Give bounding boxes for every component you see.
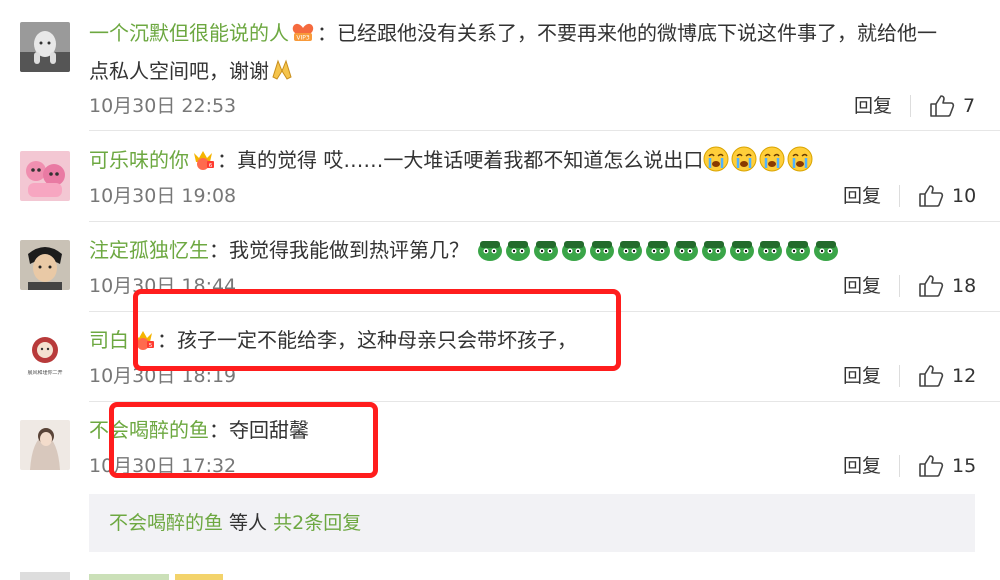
green-monster-icon <box>674 241 698 261</box>
comment-text: 真的觉得 哎……一大堆话哽着我都不知道怎么说出口 <box>237 148 704 172</box>
green-monster-icon <box>814 241 838 261</box>
reply-button[interactable]: 回复 <box>843 453 881 479</box>
reply-button[interactable]: 回复 <box>843 183 881 209</box>
like-button[interactable]: 15 <box>918 453 976 479</box>
green-monster-icon <box>590 241 614 261</box>
svg-text:VIP3: VIP3 <box>296 35 309 42</box>
username-link[interactable]: 注定孤独忆生 <box>89 238 209 262</box>
separator <box>899 365 900 387</box>
crown-badge-icon: 6 <box>194 151 214 170</box>
highlight-annotation <box>133 289 621 371</box>
timestamp: 10月30日 19:08 <box>89 185 237 207</box>
separator <box>910 95 911 117</box>
green-monster-icon <box>758 241 782 261</box>
separator <box>899 275 900 297</box>
like-count: 10 <box>952 185 977 207</box>
thumbs-up-icon <box>919 365 944 387</box>
comment-text-continued: 点私人空间吧，谢谢 <box>89 54 297 88</box>
green-monster-icon <box>534 241 558 261</box>
green-monster-icon <box>730 241 754 261</box>
avatar[interactable] <box>20 240 70 290</box>
crying-face-icon <box>787 146 813 172</box>
view-replies-link[interactable]: 共2条回复 <box>273 512 361 534</box>
pray-icon <box>272 59 292 80</box>
like-button[interactable]: 18 <box>918 273 976 299</box>
reply-mid-text: 等人 <box>223 512 274 534</box>
timestamp: 10月30日 22:53 <box>89 95 237 117</box>
avatar[interactable] <box>20 151 70 201</box>
reply-button[interactable]: 回复 <box>843 273 881 299</box>
like-count: 12 <box>952 365 977 387</box>
like-count: 15 <box>952 455 977 477</box>
separator <box>899 455 900 477</box>
comment-body: 注定孤独忆生：我觉得我能做到热评第几？ <box>89 233 970 267</box>
thumbs-up-icon <box>930 95 955 117</box>
avatar[interactable] <box>20 22 70 72</box>
green-monster-icon <box>618 241 642 261</box>
reply-button[interactable]: 回复 <box>854 93 892 119</box>
crying-face-icon <box>703 146 729 172</box>
comment-body: 可乐味的你 6 ：真的觉得 哎……一大堆话哽着我都不知道怎么说出口 <box>89 143 970 177</box>
comment-text: 我觉得我能做到热评第几？ <box>229 238 469 262</box>
reply-button[interactable]: 回复 <box>843 363 881 389</box>
nested-replies-box[interactable]: 不会喝醉的鱼 等人 共2条回复 <box>89 494 975 552</box>
like-count: 18 <box>952 275 977 297</box>
separator <box>899 185 900 207</box>
username-link[interactable]: 一个沉默但很能说的人 <box>89 21 289 45</box>
crying-face-icon <box>731 146 757 172</box>
comment-body: 一个沉默但很能说的人 VIP3 ：已经跟他没有关系了，不要再来他的微博底下说这件事了… <box>89 21 937 45</box>
avatar[interactable] <box>20 420 70 470</box>
partial-next-comment <box>0 572 1000 580</box>
green-monster-icon <box>562 241 586 261</box>
green-monster-icon <box>506 241 530 261</box>
like-button[interactable]: 12 <box>918 363 976 389</box>
like-count: 7 <box>963 95 976 117</box>
like-button[interactable]: 7 <box>929 93 975 119</box>
thumbs-up-icon <box>919 455 944 477</box>
vip-badge-icon: VIP3 <box>292 23 314 42</box>
green-monster-icon <box>646 241 670 261</box>
avatar[interactable]: 晨风和瑾你二开 <box>20 330 70 380</box>
username-link[interactable]: 司白 <box>89 328 129 352</box>
divider <box>89 221 1000 222</box>
thumbs-up-icon <box>919 185 944 207</box>
emoji-row <box>477 238 841 262</box>
username-link[interactable]: 可乐味的你 <box>89 148 189 172</box>
avatar-caption: 晨风和瑾你二开 <box>27 370 63 376</box>
reply-user-link[interactable]: 不会喝醉的鱼 <box>109 512 223 534</box>
divider <box>89 130 1000 131</box>
crying-face-icon <box>759 146 785 172</box>
thumbs-up-icon <box>919 275 944 297</box>
comment-text: 已经跟他没有关系了，不要再来他的微博底下说这件事了，就给他一 <box>337 21 937 45</box>
svg-text:6: 6 <box>209 163 213 169</box>
green-monster-icon <box>702 241 726 261</box>
green-monster-icon <box>786 241 810 261</box>
green-monster-icon <box>478 241 502 261</box>
highlight-annotation <box>109 402 378 478</box>
like-button[interactable]: 10 <box>918 183 976 209</box>
